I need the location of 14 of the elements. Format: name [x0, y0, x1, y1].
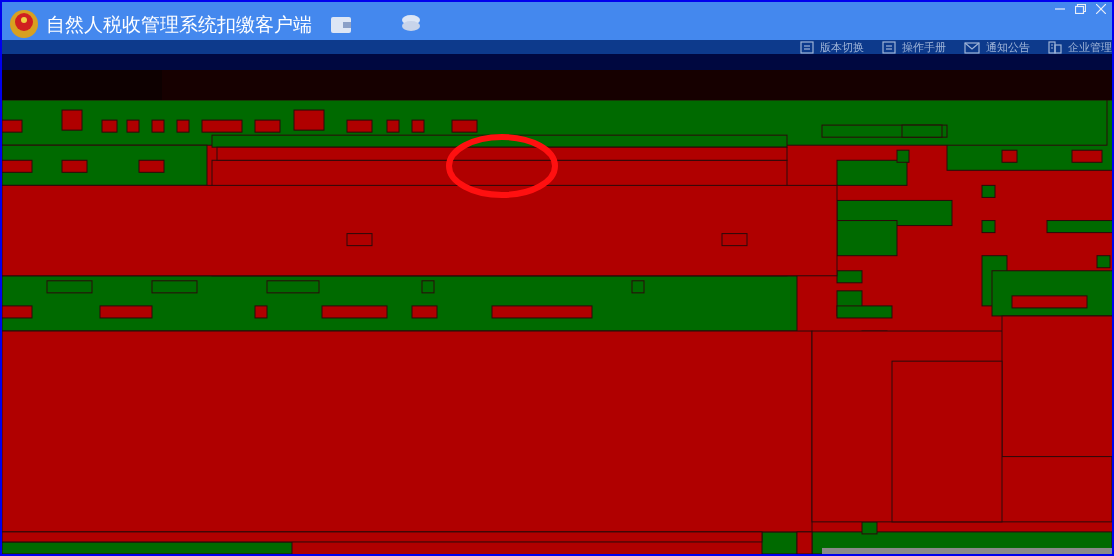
window-title: 自然人税收管理系统扣缴客户端: [46, 14, 312, 34]
header-link[interactable]: 版本切换: [800, 41, 864, 54]
restore-icon[interactable]: [1075, 4, 1086, 14]
wallet-icon[interactable]: [330, 14, 352, 34]
coins-icon[interactable]: [400, 14, 422, 34]
header-link[interactable]: 企业管理: [1048, 41, 1112, 54]
document-icon: [882, 41, 896, 54]
building-icon: [1048, 41, 1062, 54]
header-link[interactable]: 通知公告: [964, 41, 1030, 54]
document-icon: [800, 41, 814, 54]
header-link[interactable]: 操作手册: [882, 41, 946, 54]
close-icon[interactable]: [1096, 4, 1106, 14]
envelope-icon: [964, 41, 980, 54]
emblem-icon: [10, 10, 38, 38]
